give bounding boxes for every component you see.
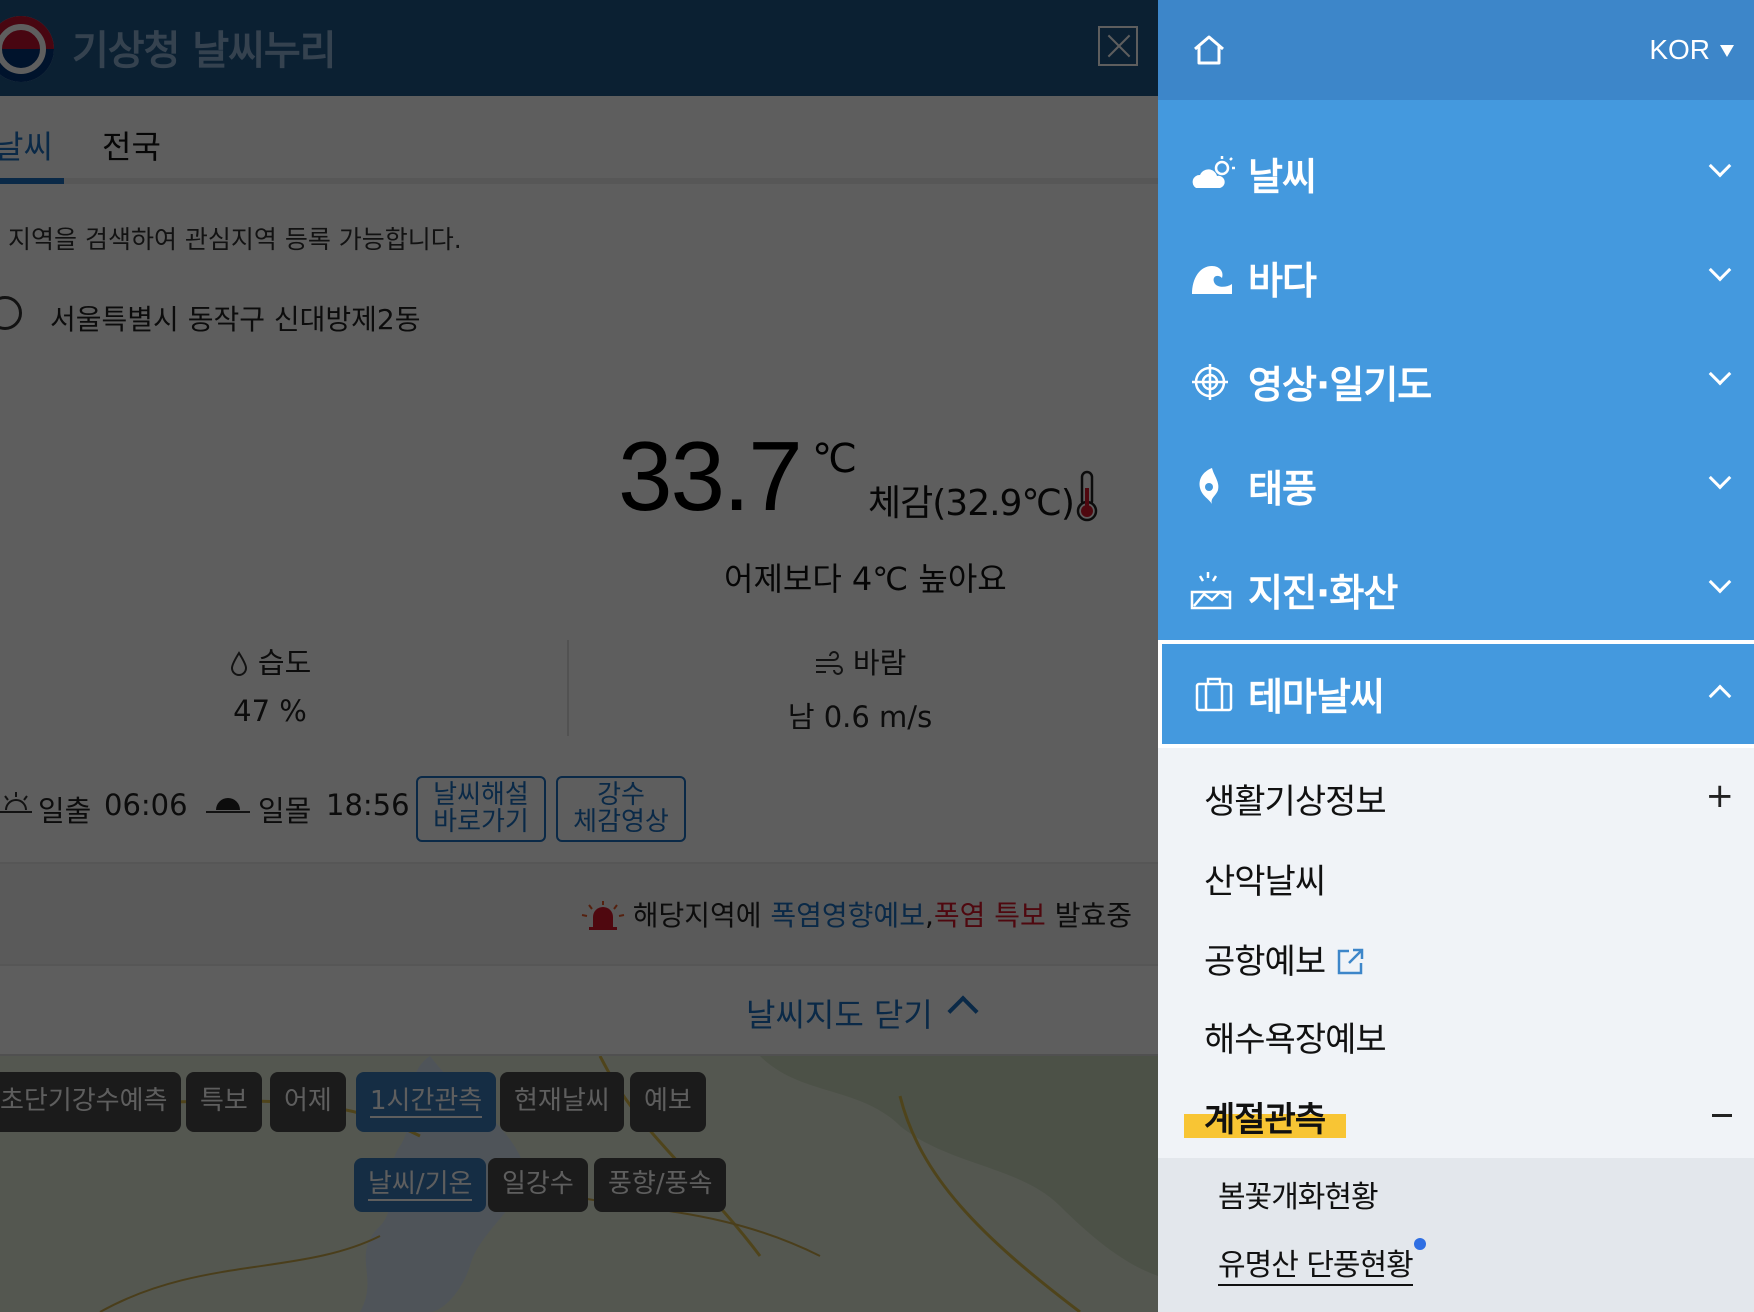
caret-down-icon bbox=[1720, 45, 1734, 57]
sunset-time: 18:56 bbox=[326, 788, 410, 822]
alert-band: 해당지역에 폭염영향예보,폭염 특보 발효중 bbox=[0, 862, 1158, 966]
nav-drawer: KOR 날씨 바다 영상·일기도 태풍 지진·화산 테마날씨 생활기상정보 + … bbox=[1158, 0, 1754, 1312]
thermometer-icon bbox=[1076, 470, 1098, 522]
wind-label: 바람 bbox=[852, 646, 907, 680]
temperature-unit: ℃ bbox=[812, 436, 857, 482]
typhoon-icon bbox=[1199, 468, 1219, 504]
submenu-living-weather[interactable]: 생활기상정보 bbox=[1204, 774, 1387, 823]
weather-map[interactable]: 초단기강수예측 특보 어제 1시간관측 현재날씨 예보 날씨/기온 일강수 풍향… bbox=[0, 1056, 1158, 1312]
location-name[interactable]: 서울특별시 동작구 신대방제2동 bbox=[50, 298, 421, 338]
submenu-mountain-weather[interactable]: 산악날씨 bbox=[1204, 854, 1326, 903]
sunrise-icon bbox=[0, 792, 32, 813]
map-btn-hourly-obs[interactable]: 1시간관측 bbox=[356, 1072, 497, 1132]
map-btn-temp[interactable]: 날씨/기온 bbox=[354, 1158, 487, 1212]
chevron-down-icon bbox=[1708, 570, 1732, 594]
subsub-autumn-foliage[interactable]: 유명산 단풍현황 bbox=[1218, 1240, 1414, 1286]
menu-item-weather[interactable]: 날씨 bbox=[1158, 120, 1754, 224]
radar-target-icon bbox=[1192, 364, 1228, 400]
heatwave-impact-link[interactable]: 폭염영향예보 bbox=[770, 899, 925, 932]
alert-message[interactable]: 해당지역에 폭염영향예보,폭염 특보 발효중 bbox=[581, 894, 1132, 934]
cloud-sun-icon bbox=[1192, 156, 1235, 188]
chevron-up-icon bbox=[1708, 684, 1732, 708]
current-temperature: 33.7 bbox=[618, 421, 803, 531]
weather-explain-button[interactable]: 날씨해설 바로가기 bbox=[416, 776, 546, 842]
chevron-down-icon bbox=[1708, 258, 1732, 282]
tab-nationwide[interactable]: 전국 bbox=[102, 122, 161, 168]
map-btn-yesterday[interactable]: 어제 bbox=[270, 1072, 346, 1132]
language-select[interactable]: KOR bbox=[1649, 34, 1734, 66]
tab-active-indicator bbox=[0, 178, 64, 184]
sunset-label: 일몰 bbox=[258, 794, 312, 828]
main-menu: 날씨 바다 영상·일기도 태풍 지진·화산 bbox=[1158, 100, 1754, 640]
chevron-down-icon bbox=[1708, 466, 1732, 490]
wind-block: 바람 남 0.6 m/s bbox=[770, 640, 950, 736]
compare-yesterday: 어제보다 4℃ 높아요 bbox=[724, 560, 1007, 598]
heatwave-warning-link[interactable]: 폭염 특보 bbox=[934, 899, 1046, 932]
drawer-topbar: KOR bbox=[1158, 0, 1754, 100]
chevron-down-icon bbox=[1708, 154, 1732, 178]
location-target-icon[interactable] bbox=[0, 296, 22, 330]
menu-item-sea[interactable]: 바다 bbox=[1158, 224, 1754, 328]
close-icon[interactable] bbox=[1098, 26, 1138, 66]
minus-icon[interactable] bbox=[1712, 1114, 1732, 1117]
chevron-down-icon bbox=[1708, 362, 1732, 386]
submenu-seasonal-observation[interactable]: 계절관측 bbox=[1204, 1092, 1326, 1141]
wind-value: 남 0.6 m/s bbox=[787, 700, 933, 734]
tab-weather[interactable]: 날씨 bbox=[0, 122, 53, 168]
wind-icon bbox=[815, 651, 843, 675]
sunset-icon bbox=[206, 798, 250, 813]
earthquake-volcano-icon bbox=[1190, 572, 1232, 610]
external-link-icon bbox=[1337, 948, 1364, 975]
weather-page: 기상청 날씨누리 날씨 전국 지역을 검색하여 관심지역 등록 가능합니다. 서… bbox=[0, 0, 1158, 1312]
menu-item-satellite[interactable]: 영상·일기도 bbox=[1158, 328, 1754, 432]
map-btn-wind[interactable]: 풍향/풍속 bbox=[594, 1158, 727, 1212]
suitcase-icon bbox=[1195, 677, 1233, 712]
new-badge-dot bbox=[1414, 1238, 1426, 1250]
rain-video-button[interactable]: 강수 체감영상 bbox=[556, 776, 686, 842]
tab-bar: 날씨 전국 bbox=[0, 96, 1158, 184]
map-btn-current[interactable]: 현재날씨 bbox=[500, 1072, 624, 1132]
map-btn-warning[interactable]: 특보 bbox=[186, 1072, 262, 1132]
wave-icon bbox=[1192, 266, 1232, 294]
info-divider bbox=[567, 640, 569, 736]
humidity-value: 47 % bbox=[233, 694, 307, 728]
home-icon[interactable] bbox=[1192, 34, 1226, 66]
submenu-airport-forecast[interactable]: 공항예보 bbox=[1204, 934, 1365, 983]
humidity-label: 습도 bbox=[257, 646, 312, 680]
site-title[interactable]: 기상청 날씨누리 bbox=[72, 18, 337, 76]
map-btn-nowcast[interactable]: 초단기강수예측 bbox=[0, 1072, 182, 1132]
weather-map-toggle-label: 날씨지도 닫기 bbox=[746, 996, 933, 1034]
menu-item-theme-weather[interactable]: 테마날씨 bbox=[1162, 644, 1754, 744]
site-header: 기상청 날씨누리 bbox=[0, 0, 1158, 96]
search-hint: 지역을 검색하여 관심지역 등록 가능합니다. bbox=[8, 225, 462, 254]
humidity-block: 습도 47 % bbox=[172, 640, 368, 728]
map-btn-daily-rain[interactable]: 일강수 bbox=[488, 1158, 588, 1212]
plus-icon[interactable]: + bbox=[1706, 776, 1735, 816]
menu-item-typhoon[interactable]: 태풍 bbox=[1158, 432, 1754, 536]
sunrise-time: 06:06 bbox=[104, 788, 188, 822]
subsub-spring-flowers[interactable]: 봄꽃개화현황 bbox=[1218, 1172, 1379, 1216]
water-drop-icon bbox=[230, 651, 247, 676]
kma-logo-icon[interactable] bbox=[0, 16, 54, 82]
weather-map-toggle[interactable]: 날씨지도 닫기 bbox=[0, 966, 1158, 1056]
chevron-up-icon bbox=[947, 995, 979, 1027]
sunrise-label: 일출 bbox=[38, 794, 92, 828]
menu-item-earthquake[interactable]: 지진·화산 bbox=[1158, 536, 1754, 640]
submenu-beach-forecast[interactable]: 해수욕장예보 bbox=[1204, 1012, 1387, 1061]
feels-like-temperature: 체감(32.9℃) bbox=[868, 483, 1075, 524]
sun-row: 일출 06:06 일몰 18:56 날씨해설 바로가기 강수 체감영상 bbox=[0, 776, 1158, 846]
alarm-siren-icon bbox=[581, 901, 624, 930]
map-btn-forecast[interactable]: 예보 bbox=[630, 1072, 706, 1132]
